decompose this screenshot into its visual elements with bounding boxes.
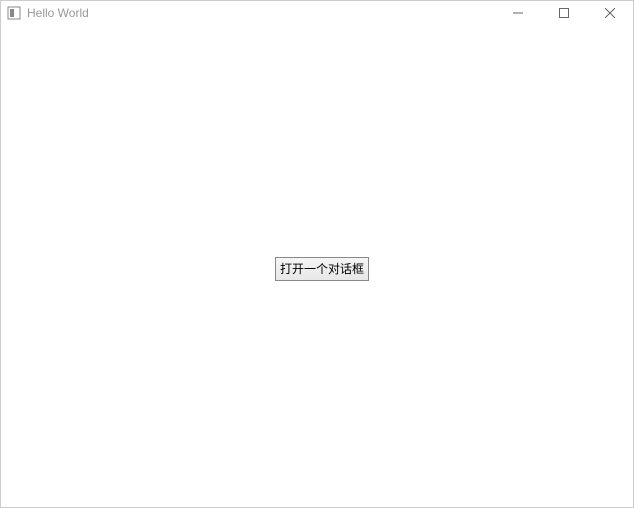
minimize-button[interactable] — [495, 1, 541, 25]
open-dialog-button[interactable]: 打开一个对话框 — [275, 257, 369, 281]
app-icon — [7, 6, 21, 20]
content-area: 打开一个对话框 — [1, 25, 633, 507]
close-button[interactable] — [587, 1, 633, 25]
title-left: Hello World — [1, 6, 89, 20]
title-bar: Hello World — [1, 1, 633, 25]
maximize-button[interactable] — [541, 1, 587, 25]
window-title: Hello World — [27, 6, 89, 20]
window-controls — [495, 1, 633, 25]
